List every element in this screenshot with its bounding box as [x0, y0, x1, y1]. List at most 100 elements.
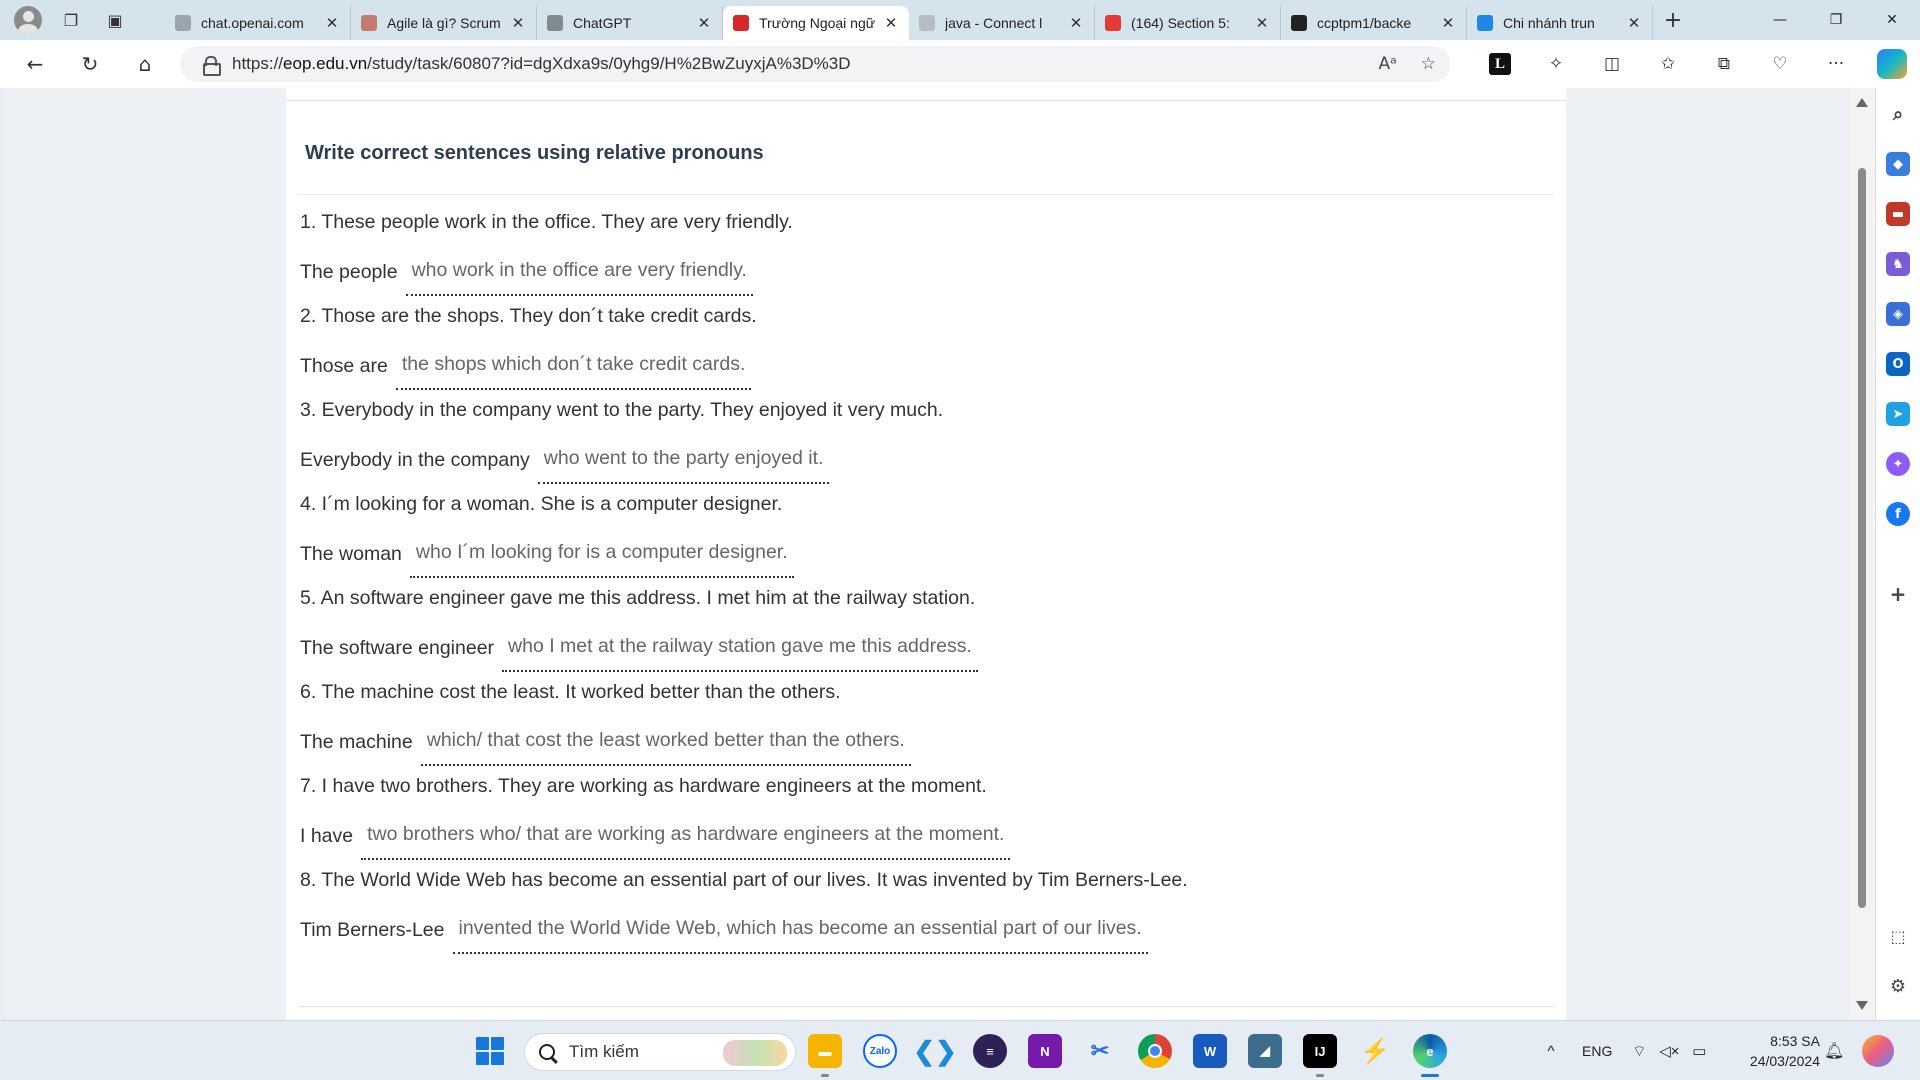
answer-lead-text: I have [300, 825, 354, 847]
answer-input[interactable]: the shops which don´t take credit cards. [395, 352, 752, 390]
scrollbar-thumb[interactable] [1858, 168, 1866, 908]
tab-close-icon[interactable]: ✕ [883, 14, 899, 32]
exercise-prompt: 7. I have two brothers. They are working… [300, 775, 987, 797]
tab-close-icon[interactable]: ✕ [696, 14, 712, 32]
profile-avatar-icon[interactable] [14, 6, 42, 34]
close-window-button[interactable]: ✕ [1864, 0, 1920, 40]
file-explorer-icon[interactable]: ▬ [808, 1034, 842, 1077]
scroll-up-arrow-icon[interactable] [1856, 98, 1868, 107]
sidebar-m365-icon[interactable]: ◈ [1886, 302, 1910, 326]
browser-essentials-icon[interactable]: ♡ [1752, 40, 1808, 88]
split-screen-icon[interactable]: ◫ [1584, 40, 1640, 88]
snipping-tool-icon[interactable]: ✂ [1083, 1034, 1117, 1068]
answer-input[interactable]: who I´m looking for is a computer design… [409, 540, 794, 578]
volume-muted-icon[interactable]: ◁× [1654, 1042, 1684, 1060]
sidebar-facebook-icon[interactable]: f [1886, 502, 1910, 526]
tab-title: Chi nhánh trun [1503, 15, 1595, 31]
clock-time: 8:53 SA [1770, 1033, 1820, 1049]
settings-more-icon[interactable]: ··· [1808, 40, 1864, 88]
zalo-icon[interactable]: Zalo [863, 1034, 897, 1068]
wifi-icon[interactable]: ⌔ [1624, 1042, 1654, 1061]
tab-list: chat.openai.com ✕ Agile là gì? Scrum ✕ ChatG… [165, 0, 1653, 40]
browser-tab[interactable]: java - Connect l ✕ [909, 6, 1095, 40]
browser-tab[interactable]: Agile là gì? Scrum ✕ [351, 6, 537, 40]
sidebar-drop-icon[interactable]: ➤ [1886, 402, 1910, 426]
intellij-icon[interactable]: IJ [1303, 1034, 1337, 1077]
answer-line: Those are the shops which don´t take cred… [300, 338, 1540, 390]
collections-icon[interactable]: ⧉ [1696, 40, 1752, 88]
tab-title: Trường Ngoại ngữ [759, 15, 876, 31]
visual-studio-icon[interactable]: ⚡ [1358, 1034, 1392, 1068]
refresh-button[interactable]: ↻ [70, 46, 110, 82]
copilot-button[interactable] [1864, 40, 1920, 88]
card-bottom-divider [298, 1006, 1554, 1007]
tab-close-icon[interactable]: ✕ [510, 14, 526, 32]
chrome-icon[interactable] [1138, 1034, 1172, 1068]
widgets-icon[interactable] [1862, 1035, 1894, 1067]
new-tab-button[interactable]: + [1653, 3, 1693, 37]
onenote-icon[interactable]: N [1028, 1034, 1062, 1068]
read-aloud-icon[interactable]: A͏ᵃ [1378, 54, 1396, 74]
word-icon[interactable]: W [1193, 1034, 1227, 1068]
battery-icon[interactable]: ▭ [1684, 1042, 1714, 1060]
extension-l-button[interactable]: L [1472, 40, 1528, 88]
extensions-icon[interactable]: ✧ [1528, 40, 1584, 88]
eclipse-icon[interactable]: ≡ [973, 1034, 1007, 1068]
answer-input[interactable]: who work in the office are very friendly… [405, 258, 753, 296]
tab-close-icon[interactable]: ✕ [1254, 14, 1270, 32]
taskbar-clock[interactable]: 8:53 SA 24/03/2024 [1736, 1031, 1820, 1071]
scroll-down-arrow-icon[interactable] [1856, 1001, 1868, 1010]
lock-icon[interactable] [202, 56, 221, 76]
tab-actions-icon[interactable]: ▣ [100, 5, 130, 35]
tab-close-icon[interactable]: ✕ [324, 14, 340, 32]
sidebar-screenshot-icon[interactable]: ⬚ [1886, 924, 1910, 948]
tray-overflow-chevron-icon[interactable]: ^ [1536, 1043, 1566, 1060]
tab-title: (164) Section 5: [1131, 15, 1230, 31]
notification-bell-icon[interactable]: 🔔︎ [1824, 1041, 1844, 1060]
answer-input[interactable]: who I met at the railway station gave me… [502, 634, 978, 672]
sidebar-tools-icon[interactable]: ▬ [1886, 202, 1910, 226]
browser-tab[interactable]: Trường Ngoại ngữ ✕ [723, 6, 909, 40]
browser-tab[interactable]: ccptpm1/backe ✕ [1281, 6, 1467, 40]
extension-l-icon: L [1489, 53, 1511, 75]
answer-line: I have two brothers who/ that are working… [300, 808, 1540, 860]
home-button[interactable]: ⌂ [125, 46, 165, 82]
answer-input[interactable]: two brothers who/ that are working as ha… [361, 822, 1011, 860]
back-button[interactable]: ← [15, 46, 55, 82]
sidebar-games-icon[interactable]: ♞ [1886, 252, 1910, 276]
workspaces-icon[interactable]: ❐ [56, 5, 86, 35]
start-button[interactable] [476, 1037, 504, 1065]
answer-line: The software engineer who I met at the ra… [300, 620, 1540, 672]
sidebar-shopping-icon[interactable]: ◆ [1886, 152, 1910, 176]
tab-close-icon[interactable]: ✕ [1626, 14, 1642, 32]
tab-close-icon[interactable]: ✕ [1068, 14, 1084, 32]
page-scrollbar[interactable] [1849, 88, 1875, 1020]
answer-lead-text: The people [300, 261, 398, 283]
browser-tab[interactable]: Chi nhánh trun ✕ [1467, 6, 1653, 40]
restore-button[interactable]: ❐ [1808, 0, 1864, 40]
vscode-icon[interactable]: ❮❯ [913, 1034, 957, 1068]
sidebar-search-icon[interactable]: ⌕ [1886, 102, 1910, 126]
language-indicator[interactable]: ENG [1582, 1043, 1612, 1059]
sidebar-settings-gear-icon[interactable]: ⚙ [1886, 974, 1910, 998]
taskbar-search[interactable]: Tìm kiếm [524, 1033, 796, 1071]
url-text[interactable]: https://eop.edu.vn/study/task/60807?id=d… [232, 54, 851, 74]
sidebar-add-icon[interactable]: + [1886, 582, 1910, 606]
answer-lead-text: The woman [300, 543, 402, 565]
answer-input[interactable]: who went to the party enjoyed it. [537, 446, 830, 484]
sidebar-messenger-icon[interactable]: ✦ [1886, 452, 1910, 476]
browser-tab[interactable]: ChatGPT ✕ [537, 6, 723, 40]
browser-tab[interactable]: (164) Section 5: ✕ [1095, 6, 1281, 40]
answer-lead-text: Everybody in the company [300, 449, 530, 471]
minimize-button[interactable]: — [1752, 0, 1808, 40]
answer-input[interactable]: invented the World Wide Web, which has b… [452, 916, 1148, 954]
favorites-icon[interactable]: ✩ [1640, 40, 1696, 88]
answer-input[interactable]: which/ that cost the least worked better… [420, 728, 911, 766]
edge-browser-icon[interactable]: e [1413, 1034, 1447, 1077]
tab-close-icon[interactable]: ✕ [1440, 14, 1456, 32]
mysql-workbench-icon[interactable]: ◢ [1248, 1034, 1282, 1068]
address-bar[interactable]: https://eop.edu.vn/study/task/60807?id=d… [180, 46, 1450, 82]
favorite-star-icon[interactable]: ☆ [1421, 54, 1436, 74]
browser-tab[interactable]: chat.openai.com ✕ [165, 6, 351, 40]
sidebar-outlook-icon[interactable]: O [1886, 352, 1910, 376]
